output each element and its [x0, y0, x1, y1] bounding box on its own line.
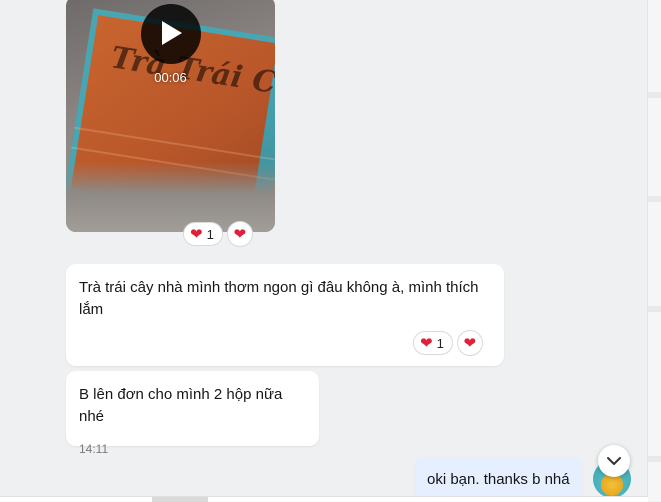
message-text: Trà trái cây nhà mình thơm ngon gì đâu k…: [79, 279, 479, 318]
message-text: oki bạn. thanks b nhá: [427, 471, 570, 488]
video-message[interactable]: Trà Trái Cây 00:06: [66, 0, 275, 232]
chat-area: Trà Trái Cây 00:06 ❤ 1 ❤ Trà trái cây nh…: [0, 0, 648, 496]
react-heart-button[interactable]: ❤: [456, 330, 483, 356]
reaction-count: 1: [436, 335, 444, 351]
chevron-down-icon: [607, 457, 621, 465]
scroll-down-button[interactable]: [598, 445, 630, 477]
heart-icon: ❤: [463, 334, 477, 352]
video-reactions: ❤ 1 ❤: [183, 221, 253, 247]
play-icon: [162, 21, 182, 45]
message-text: B lên đơn cho mình 2 hộp nữa nhé: [79, 386, 283, 425]
react-heart-button[interactable]: ❤: [226, 221, 253, 247]
heart-icon: ❤: [233, 225, 247, 243]
reaction-summary[interactable]: ❤ 1: [183, 222, 223, 246]
heart-icon: ❤: [420, 334, 433, 352]
outgoing-message-bubble[interactable]: oki bạn. thanks b nhá: [415, 457, 582, 496]
composer-edge: [0, 496, 648, 502]
message-reactions: ❤ 1 ❤: [413, 330, 483, 356]
reaction-count: 1: [206, 226, 214, 242]
video-duration: 00:06: [154, 70, 187, 85]
side-panel-edge: [647, 0, 661, 501]
message-time: 14:11: [79, 442, 109, 456]
play-button[interactable]: [141, 4, 201, 64]
composer-tab[interactable]: [152, 497, 208, 502]
message-bubble[interactable]: B lên đơn cho mình 2 hộp nữa nhé 14:11: [66, 371, 319, 456]
reaction-summary[interactable]: ❤ 1: [413, 331, 453, 355]
heart-icon: ❤: [190, 225, 203, 243]
